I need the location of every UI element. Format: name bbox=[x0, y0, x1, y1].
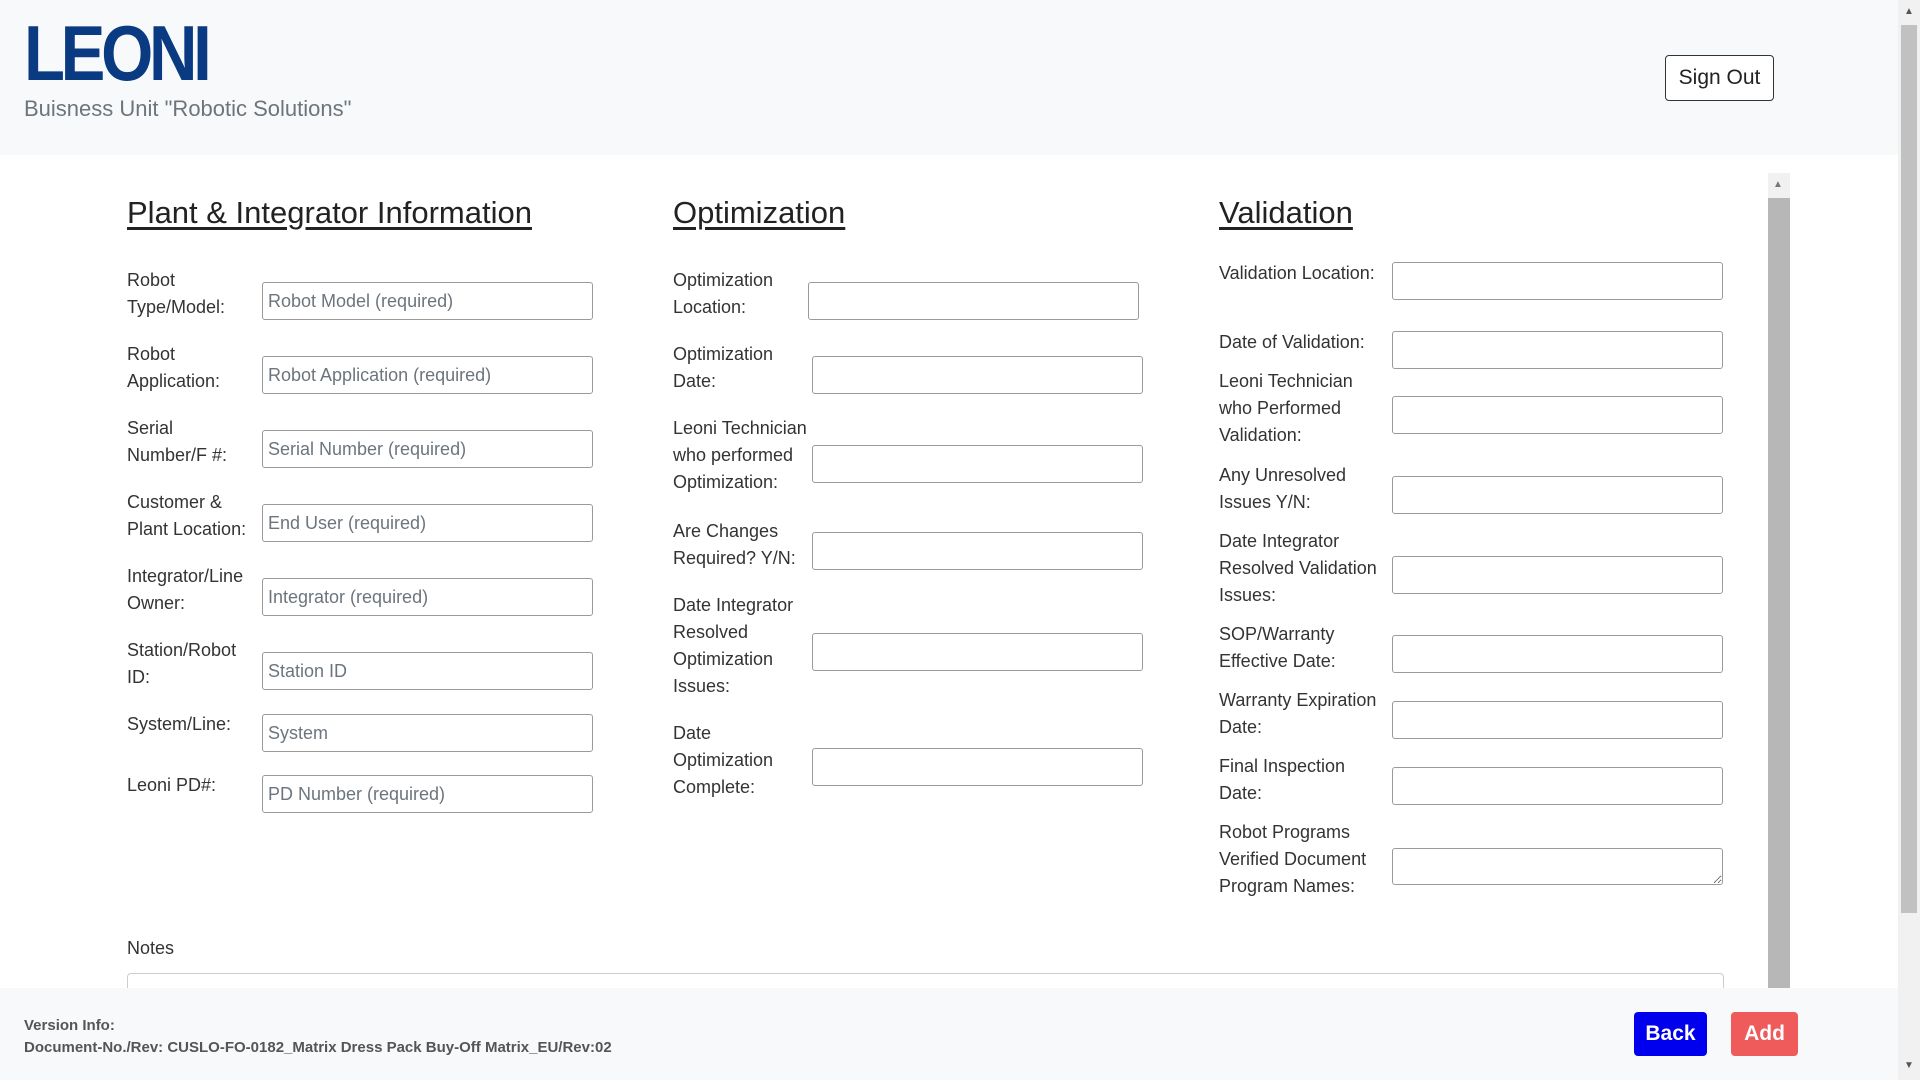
optimization-date-input[interactable] bbox=[812, 356, 1143, 394]
validation-title: Validation bbox=[1219, 195, 1353, 230]
optimization-technician-label: Leoni Technician who performed Optimizat… bbox=[673, 418, 807, 492]
form-scrollbar-thumb[interactable] bbox=[1768, 198, 1790, 988]
optimization-title: Optimization bbox=[673, 195, 846, 230]
scroll-up-arrow-icon[interactable]: ▲ bbox=[1773, 179, 1783, 190]
optimization-location-label: Optimization Location: bbox=[673, 270, 774, 317]
date-integrator-resolved-validation-label: Date Integrator Resolved Validation Issu… bbox=[1219, 531, 1377, 605]
changes-required-label: Are Changes Required? Y/N: bbox=[673, 521, 796, 568]
station-id-input[interactable] bbox=[262, 652, 593, 690]
end-user-input[interactable] bbox=[262, 504, 593, 542]
validation-technician-input[interactable] bbox=[1392, 396, 1723, 434]
optimization-location-input[interactable] bbox=[808, 282, 1139, 320]
date-of-validation-input[interactable] bbox=[1392, 331, 1723, 369]
integrator-line-owner-label: Integrator/Line Owner: bbox=[127, 566, 244, 613]
notes-textarea[interactable] bbox=[127, 973, 1724, 988]
final-inspection-date-input[interactable] bbox=[1392, 767, 1723, 805]
robot-type-label: Robot Type/Model: bbox=[127, 270, 226, 317]
leoni-logo: LEONI bbox=[24, 9, 212, 97]
validation-technician-label: Leoni Technician who Performed Validatio… bbox=[1219, 371, 1353, 445]
version-info-document: Document-No./Rev: CUSLO-FO-0182_Matrix D… bbox=[24, 1039, 612, 1056]
header: LEONI Buisness Unit "Robotic Solutions" … bbox=[0, 0, 1898, 155]
plant-integrator-title: Plant & Integrator Information bbox=[127, 195, 532, 230]
date-optimization-complete-label: Date Optimization Complete: bbox=[673, 723, 774, 797]
system-line-label: System/Line: bbox=[127, 714, 232, 734]
pd-number-input[interactable] bbox=[262, 775, 593, 813]
validation-location-label: Validation Location: bbox=[1219, 263, 1375, 283]
version-info-title: Version Info: bbox=[24, 1017, 115, 1034]
robot-application-label: Robot Application: bbox=[127, 344, 221, 391]
system-input[interactable] bbox=[262, 714, 593, 752]
footer: Version Info: Document-No./Rev: CUSLO-FO… bbox=[0, 988, 1898, 1080]
robot-application-input[interactable] bbox=[262, 356, 593, 394]
page-scrollbar[interactable]: ▲ ▼ bbox=[1898, 0, 1920, 1080]
date-integrator-resolved-optimization-label: Date Integrator Resolved Optimization Is… bbox=[673, 595, 794, 696]
robot-programs-verified-textarea[interactable] bbox=[1392, 848, 1723, 885]
scroll-down-arrow-icon[interactable]: ▼ bbox=[1904, 1060, 1914, 1071]
back-button[interactable]: Back bbox=[1634, 1012, 1707, 1056]
scroll-up-arrow-icon[interactable]: ▲ bbox=[1904, 6, 1914, 17]
warranty-expiration-date-input[interactable] bbox=[1392, 701, 1723, 739]
sop-warranty-effective-date-label: SOP/Warranty Effective Date: bbox=[1219, 624, 1336, 671]
customer-plant-location-label: Customer & Plant Location: bbox=[127, 492, 247, 539]
page-scrollbar-thumb[interactable] bbox=[1901, 25, 1917, 913]
optimization-date-label: Optimization Date: bbox=[673, 344, 774, 391]
leoni-pd-label: Leoni PD#: bbox=[127, 775, 217, 795]
date-optimization-complete-input[interactable] bbox=[812, 748, 1143, 786]
date-of-validation-label: Date of Validation: bbox=[1219, 332, 1365, 352]
form-scrollbar[interactable]: ▲ bbox=[1768, 173, 1790, 988]
robot-model-input[interactable] bbox=[262, 282, 593, 320]
serial-number-input[interactable] bbox=[262, 430, 593, 468]
form-area: Plant & Integrator Information Robot Typ… bbox=[0, 155, 1770, 988]
validation-location-input[interactable] bbox=[1392, 262, 1723, 300]
date-integrator-resolved-validation-input[interactable] bbox=[1392, 556, 1723, 594]
sign-out-button[interactable]: Sign Out bbox=[1665, 55, 1774, 101]
business-unit-label: Buisness Unit "Robotic Solutions" bbox=[24, 96, 352, 121]
unresolved-issues-label: Any Unresolved Issues Y/N: bbox=[1219, 465, 1347, 512]
version-info: Version Info: Document-No./Rev: CUSLO-FO… bbox=[24, 1015, 612, 1059]
changes-required-input[interactable] bbox=[812, 532, 1143, 570]
notes-label: Notes bbox=[127, 938, 175, 958]
warranty-expiration-date-label: Warranty Expiration Date: bbox=[1219, 690, 1377, 737]
integrator-input[interactable] bbox=[262, 578, 593, 616]
date-integrator-resolved-optimization-input[interactable] bbox=[812, 633, 1143, 671]
optimization-technician-input[interactable] bbox=[812, 445, 1143, 483]
sop-warranty-effective-date-input[interactable] bbox=[1392, 635, 1723, 673]
add-button[interactable]: Add bbox=[1731, 1012, 1798, 1056]
unresolved-issues-input[interactable] bbox=[1392, 476, 1723, 514]
station-robot-id-label: Station/Robot ID: bbox=[127, 640, 237, 687]
serial-number-label: Serial Number/F #: bbox=[127, 418, 228, 465]
robot-programs-verified-label: Robot Programs Verified Document Program… bbox=[1219, 822, 1367, 896]
final-inspection-date-label: Final Inspection Date: bbox=[1219, 756, 1346, 803]
